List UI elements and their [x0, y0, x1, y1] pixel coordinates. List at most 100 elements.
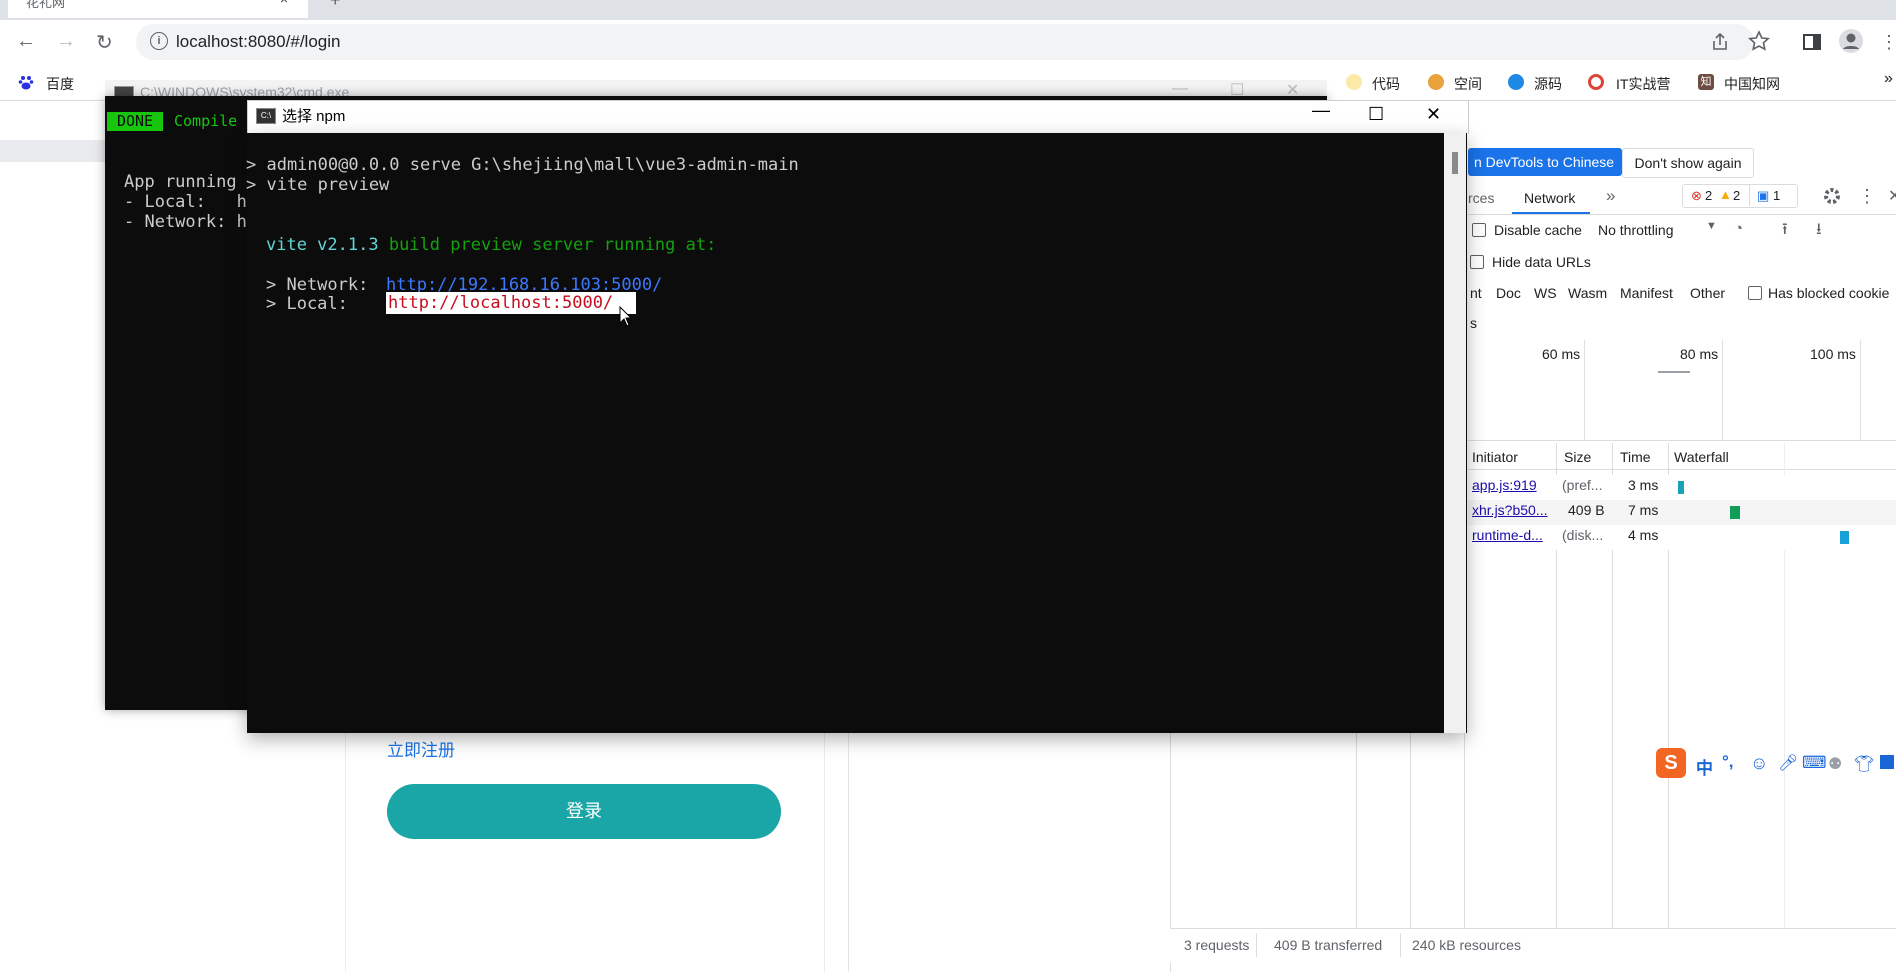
more-tabs-icon[interactable]: »: [1606, 186, 1615, 206]
ime-lang-toggle[interactable]: 中: [1696, 754, 1713, 779]
issues-badges[interactable]: ⊗ 2 ▲ 2 ▣ 1: [1682, 184, 1798, 208]
time-cell: 4 ms: [1628, 527, 1659, 543]
console-line: - Local: h: [124, 192, 247, 212]
site-info-icon[interactable]: i: [150, 32, 168, 50]
table-row[interactable]: xhr.js?b50... 409 B 7 ms: [1468, 500, 1896, 525]
console-line: > admin00@0.0.0 serve G:\shejiing\mall\v…: [246, 155, 799, 175]
cmd-front-console[interactable]: [247, 133, 1467, 733]
grid-icon[interactable]: [1880, 755, 1894, 769]
side-panel-icon[interactable]: [1802, 32, 1822, 57]
active-tab-indicator: [1512, 212, 1590, 214]
column-separator: [1410, 700, 1411, 928]
mouse-cursor-icon: [619, 305, 633, 331]
maximize-icon[interactable]: ☐: [1368, 104, 1384, 125]
register-link[interactable]: 立即注册: [387, 736, 455, 761]
settings-gear-icon[interactable]: [1822, 186, 1842, 209]
bookmark-it[interactable]: IT实战营: [1616, 74, 1670, 94]
minimize-icon[interactable]: —: [1312, 100, 1330, 121]
share-icon[interactable]: [1710, 32, 1730, 57]
warning-icon: ▲: [1719, 187, 1732, 202]
filter-manifest[interactable]: Manifest: [1620, 285, 1673, 301]
initiator-cell[interactable]: app.js:919: [1472, 477, 1537, 493]
badge-divider: [1749, 184, 1750, 206]
blocked-cookies-checkbox[interactable]: [1748, 286, 1762, 300]
close-icon[interactable]: ✕: [1426, 104, 1441, 125]
user-icon[interactable]: ⚉: [1828, 754, 1842, 774]
table-row[interactable]: runtime-d... (disk... 4 ms: [1468, 525, 1896, 550]
network-conditions-icon[interactable]: ◔: [1734, 220, 1743, 237]
menu-kebab-icon[interactable]: ⋮: [1880, 32, 1896, 53]
column-initiator[interactable]: Initiator: [1472, 449, 1518, 465]
reload-button[interactable]: ↻: [96, 30, 113, 55]
table-row[interactable]: app.js:919 (pref... 3 ms: [1468, 475, 1896, 500]
keyboard-icon[interactable]: ⌨: [1802, 753, 1827, 773]
size-cell: 409 B: [1568, 502, 1605, 518]
tab-close-icon[interactable]: ×: [280, 0, 288, 7]
tab-network[interactable]: Network: [1524, 190, 1575, 206]
sogou-logo-icon[interactable]: S: [1656, 748, 1686, 778]
bookmark-qzone[interactable]: 空间: [1454, 74, 1482, 94]
devtools-menu-icon[interactable]: ⋮: [1858, 186, 1876, 207]
filter-doc[interactable]: Doc: [1496, 285, 1521, 301]
address-bar[interactable]: [136, 24, 1754, 60]
bookmark-star-icon[interactable]: [1747, 30, 1771, 57]
column-size[interactable]: Size: [1564, 449, 1591, 465]
back-button[interactable]: ←: [16, 30, 36, 53]
filter-font[interactable]: nt: [1470, 285, 1482, 301]
bookmark-source[interactable]: 源码: [1534, 74, 1562, 94]
forward-button[interactable]: →: [56, 30, 76, 53]
message-count: 1: [1773, 188, 1781, 203]
throttling-chevron-icon[interactable]: ▼: [1706, 220, 1717, 232]
bookmarks-more-icon[interactable]: »: [1884, 70, 1893, 88]
ime-punct-toggle[interactable]: °,: [1722, 752, 1734, 772]
initiator-cell[interactable]: runtime-d...: [1472, 527, 1543, 543]
bookmark-baidu[interactable]: 百度: [46, 74, 74, 94]
size-cell: (disk...: [1562, 527, 1604, 543]
export-har-icon[interactable]: ⭳: [1816, 218, 1822, 245]
shirt-icon[interactable]: 👕︎: [1854, 754, 1874, 774]
filter-wasm[interactable]: Wasm: [1568, 285, 1607, 301]
switch-devtools-chinese-button[interactable]: n DevTools to Chinese: [1468, 148, 1622, 176]
cmd-front-title: 选择 npm: [282, 108, 346, 125]
filter-blocked-requests[interactable]: s: [1470, 315, 1477, 331]
column-waterfall[interactable]: Waterfall: [1674, 449, 1729, 465]
timeline-tick: 80 ms: [1680, 346, 1719, 362]
filter-other[interactable]: Other: [1690, 285, 1725, 301]
compiled-text: Compile: [174, 112, 238, 130]
ime-toolbar[interactable]: S 中 °, ☺ 🎤︎ ⌨ ⚉ 👕︎: [1656, 748, 1896, 782]
vite-version: vite v2.1.3: [266, 235, 379, 255]
bookmark-code[interactable]: 代码: [1372, 74, 1400, 94]
emoji-icon[interactable]: ☺: [1750, 753, 1768, 774]
bookmark-cnki[interactable]: 中国知网: [1724, 74, 1780, 94]
time-cell: 3 ms: [1628, 477, 1659, 493]
mic-icon[interactable]: 🎤︎: [1778, 753, 1798, 773]
import-har-icon[interactable]: ⭱: [1782, 218, 1788, 245]
throttling-select[interactable]: No throttling: [1598, 222, 1673, 238]
network-summary-bar: 3 requests 409 B transferred 240 kB reso…: [1170, 928, 1896, 963]
warning-count: 2: [1733, 188, 1741, 203]
local-url[interactable]: http://localhost:5000/: [388, 293, 613, 313]
baidu-icon: [18, 74, 34, 90]
devtools-close-icon[interactable]: ✕: [1888, 186, 1896, 206]
new-tab-button[interactable]: +: [330, 0, 341, 11]
dont-show-again-button[interactable]: Don't show again: [1622, 148, 1754, 178]
console-scroll-thumb[interactable]: [1452, 152, 1458, 174]
profile-avatar[interactable]: [1838, 28, 1864, 59]
requests-count: 3 requests: [1184, 937, 1250, 953]
console-scrollbar[interactable]: [1444, 133, 1466, 733]
blocked-cookies-label: Has blocked cookie: [1768, 285, 1890, 301]
timeline-gridline: [1584, 340, 1585, 440]
initiator-cell[interactable]: xhr.js?b50...: [1472, 502, 1548, 518]
disable-cache-checkbox[interactable]: [1472, 223, 1486, 237]
hide-data-urls-checkbox[interactable]: [1470, 255, 1484, 269]
column-time[interactable]: Time: [1620, 449, 1651, 465]
tab-title: 花礼网: [26, 0, 66, 10]
message-icon: ▣: [1757, 188, 1770, 203]
filter-ws[interactable]: WS: [1534, 285, 1557, 301]
local-label: > Local:: [266, 294, 389, 314]
vite-status: build preview server running at:: [378, 235, 717, 255]
cmd-front-titlebar[interactable]: [247, 100, 1469, 134]
url-text[interactable]: localhost:8080/#/login: [176, 32, 340, 52]
tab-sources[interactable]: rces: [1468, 190, 1494, 206]
login-button[interactable]: 登录: [387, 784, 781, 839]
